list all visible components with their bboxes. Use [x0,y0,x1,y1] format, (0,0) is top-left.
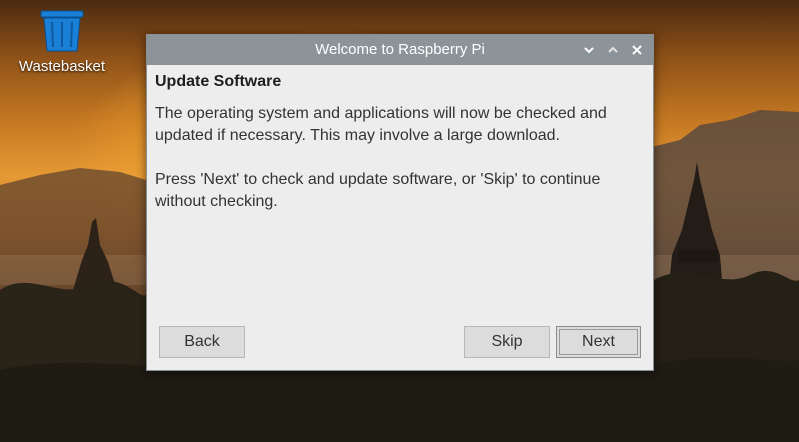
close-icon[interactable] [627,35,647,65]
desktop: Wastebasket Welcome to Raspberry Pi Upda… [0,0,799,442]
instruction-text: Press 'Next' to check and update softwar… [155,171,601,210]
maximize-icon[interactable] [603,35,623,65]
back-button[interactable]: Back [159,326,245,358]
page-heading: Update Software [155,73,282,90]
window-titlebar[interactable]: Welcome to Raspberry Pi [147,35,653,65]
desktop-icon-wastebasket[interactable]: Wastebasket [10,10,114,75]
description-text: The operating system and applications wi… [155,105,607,144]
next-button[interactable]: Next [556,326,641,358]
welcome-dialog: Welcome to Raspberry Pi Update Software … [146,34,654,371]
skip-button[interactable]: Skip [464,326,550,358]
wastebasket-icon [40,10,84,52]
minimize-icon[interactable] [579,35,599,65]
window-title: Welcome to Raspberry Pi [315,41,485,58]
desktop-icon-label: Wastebasket [18,58,106,75]
dialog-content: Update Software The operating system and… [147,65,653,213]
